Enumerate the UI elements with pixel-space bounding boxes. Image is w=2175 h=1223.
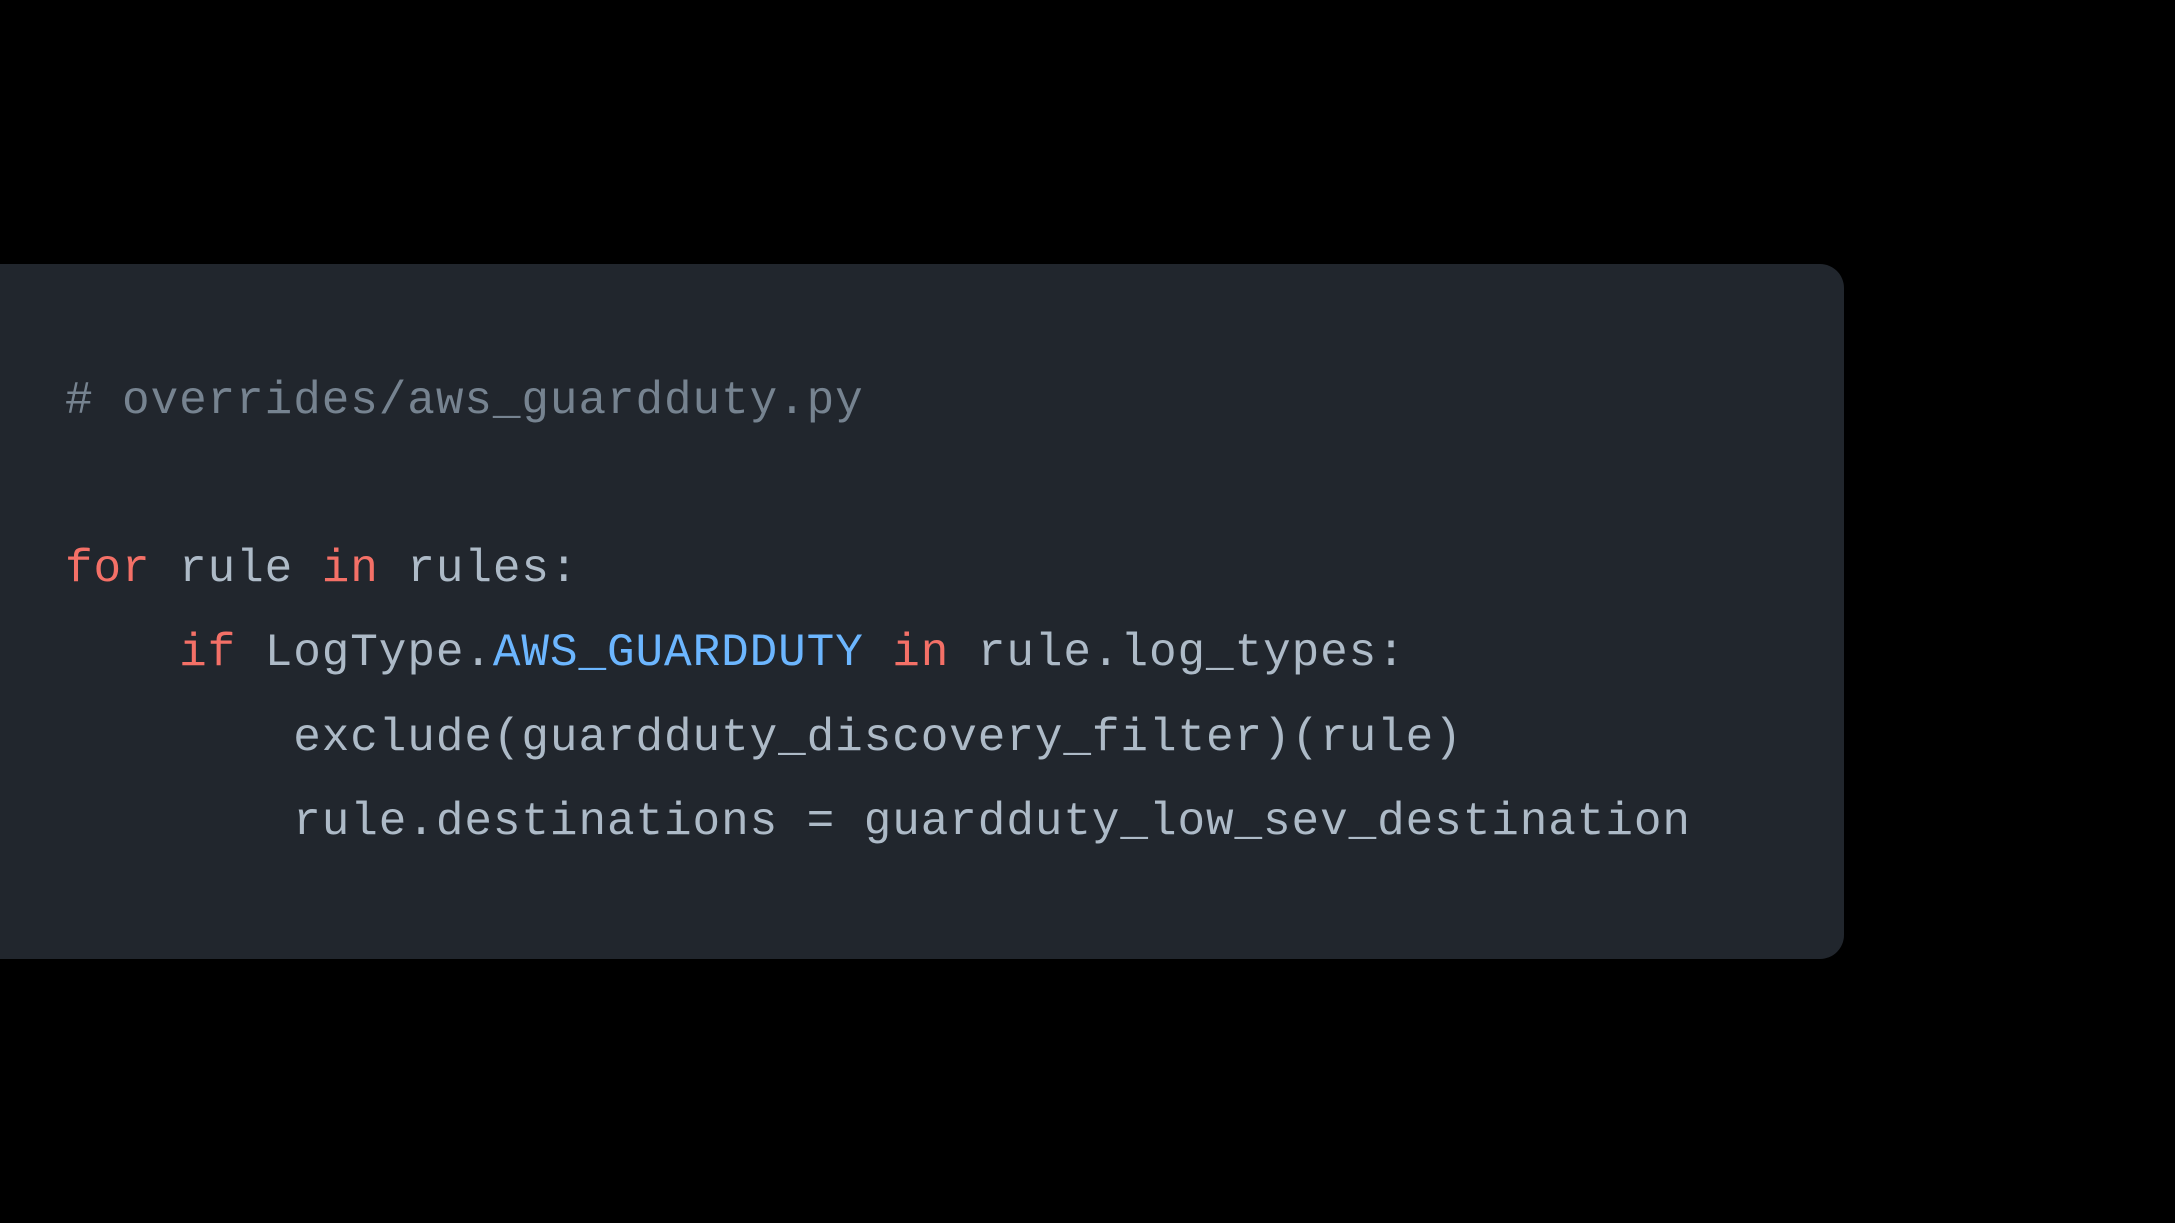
constant-aws-guardduty: AWS_GUARDDUTY [493,627,864,679]
keyword-if: if [179,627,236,679]
destinations-assign: rule.destinations = guardduty_low_sev_de… [293,796,1691,848]
code-block: # overrides/aws_guardduty.py for rule in… [0,264,1844,959]
indent [65,712,293,764]
identifier-logtype: LogType. [236,627,493,679]
identifier-rule: rule [151,543,322,595]
keyword-in-2: in [892,627,949,679]
code-line-destinations: rule.destinations = guardduty_low_sev_de… [65,780,1779,864]
blank-line [65,443,1779,527]
comment-text: # overrides/aws_guardduty.py [65,375,864,427]
code-line-exclude: exclude(guardduty_discovery_filter)(rule… [65,696,1779,780]
identifier-rules: rules: [379,543,579,595]
exclude-call: exclude(guardduty_discovery_filter)(rule… [293,712,1463,764]
keyword-in: in [322,543,379,595]
code-comment-line: # overrides/aws_guardduty.py [65,359,1779,443]
indent [65,627,179,679]
indent [65,796,293,848]
identifier-rule-logtypes: rule.log_types: [949,627,1405,679]
code-line-for: for rule in rules: [65,527,1779,611]
space [864,627,893,679]
code-line-if: if LogType.AWS_GUARDDUTY in rule.log_typ… [65,611,1779,695]
keyword-for: for [65,543,151,595]
